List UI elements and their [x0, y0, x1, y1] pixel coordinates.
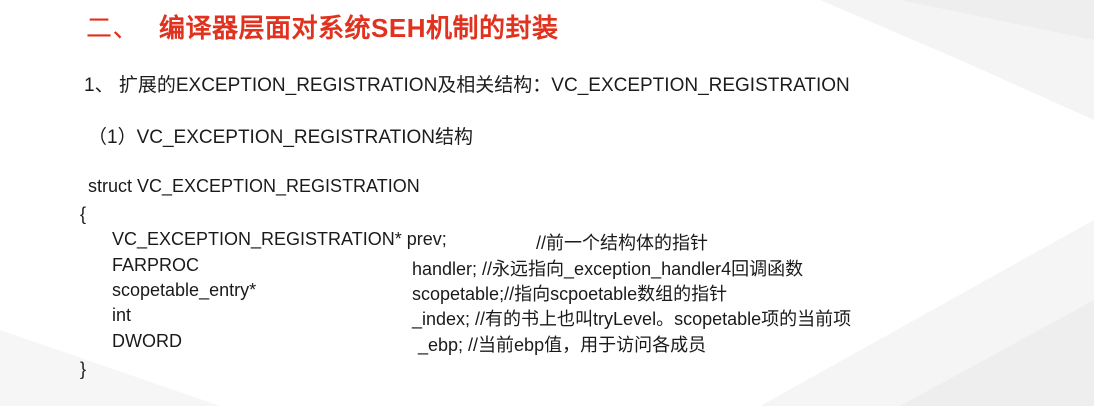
slide-title: 二、 编译器层面对系统SEH机制的封装	[86, 8, 558, 45]
subheading-1: 1、 扩展的EXCEPTION_REGISTRATION及相关结构：VC_EXC…	[84, 75, 850, 96]
field-handler-desc: handler; //永远指向_exception_handler4回调函数	[412, 259, 804, 279]
field-prev-type: VC_EXCEPTION_REGISTRATION* prev;	[112, 229, 447, 249]
subheading-2: （1）VC_EXCEPTION_REGISTRATION结构	[88, 127, 473, 148]
struct-declaration: struct VC_EXCEPTION_REGISTRATION	[88, 176, 420, 196]
field-ebp-type: DWORD	[112, 331, 182, 351]
slide: 二、 编译器层面对系统SEH机制的封装 1、 扩展的EXCEPTION_REGIS…	[0, 0, 1094, 406]
open-brace: {	[80, 204, 87, 224]
field-handler-type: FARPROC	[112, 255, 200, 275]
field-index-desc: _index; //有的书上也叫tryLevel。scopetable项的当前项	[412, 309, 852, 329]
field-prev-comment: //前一个结构体的指针	[536, 233, 709, 253]
section-title-text: 编译器层面对系统SEH机制的封装	[159, 13, 559, 43]
field-scopetable-desc: scopetable;//指向scpoetable数组的指针	[412, 284, 728, 304]
field-ebp-desc: _ebp; //当前ebp值，用于访问各成员	[418, 335, 707, 355]
field-scopetable-type: scopetable_entry*	[112, 280, 257, 300]
section-number: 二、	[86, 13, 140, 43]
close-brace: }	[80, 359, 87, 379]
field-index-type: int	[112, 305, 132, 325]
